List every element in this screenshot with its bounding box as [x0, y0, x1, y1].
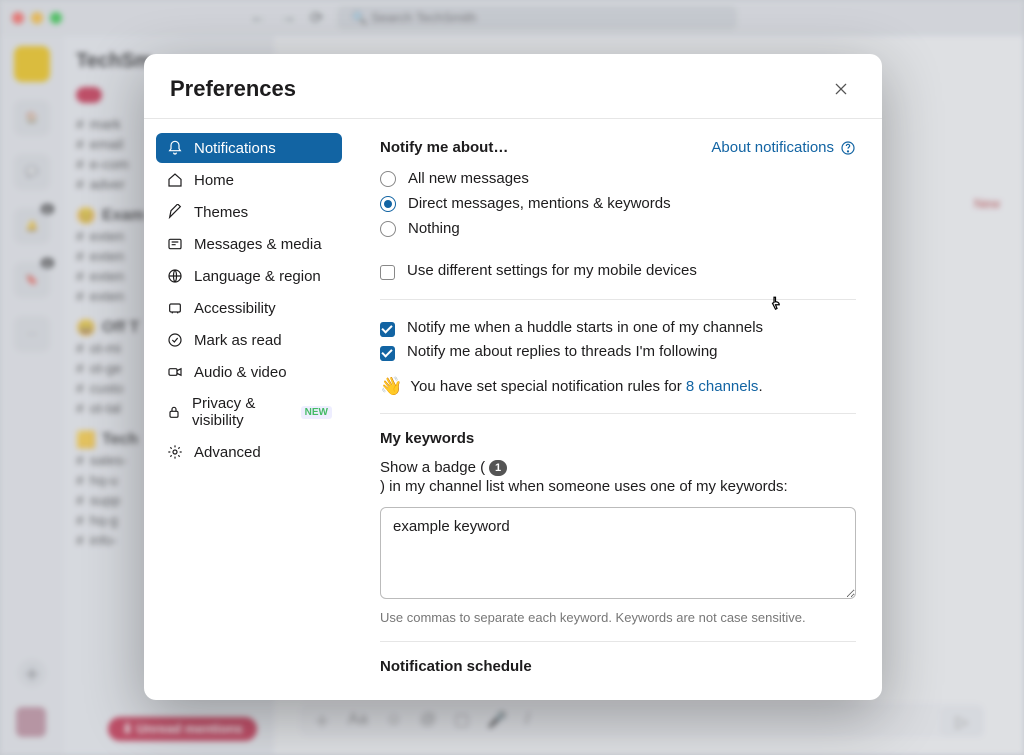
- radio-label: All new messages: [408, 170, 529, 187]
- sidebar-item-label: Home: [194, 172, 234, 189]
- lock-icon: [166, 403, 182, 421]
- radio-icon: [380, 196, 396, 212]
- preferences-sidebar: Notifications Home Themes Messages & med…: [144, 119, 354, 700]
- sidebar-item-label: Privacy & visibility: [192, 395, 289, 429]
- wave-icon: 👋: [380, 376, 402, 397]
- channels-link[interactable]: 8 channels: [686, 378, 759, 395]
- schedule-heading: Notification schedule: [380, 658, 856, 675]
- bell-icon: [166, 139, 184, 157]
- checkbox-label: Notify me when a huddle starts in one of…: [407, 319, 763, 336]
- new-badge: NEW: [301, 406, 332, 419]
- sidebar-item-label: Audio & video: [194, 364, 287, 381]
- globe-icon: [166, 267, 184, 285]
- keywords-hint: Use commas to separate each keyword. Key…: [380, 610, 856, 625]
- checkbox-huddle-notify[interactable]: Notify me when a huddle starts in one of…: [380, 316, 856, 340]
- preferences-content: Notify me about… About notifications All…: [354, 119, 882, 700]
- checkbox-icon: [380, 322, 395, 337]
- radio-label: Nothing: [408, 220, 460, 237]
- checkbox-label: Notify me about replies to threads I'm f…: [407, 343, 718, 360]
- sidebar-item-markread[interactable]: Mark as read: [156, 325, 342, 355]
- checkbox-icon: [380, 346, 395, 361]
- checkbox-mobile-settings[interactable]: Use different settings for my mobile dev…: [380, 259, 856, 283]
- sidebar-item-themes[interactable]: Themes: [156, 197, 342, 227]
- sidebar-item-label: Notifications: [194, 140, 276, 157]
- checkbox-label: Use different settings for my mobile dev…: [407, 262, 697, 279]
- checkbox-icon: [380, 265, 395, 280]
- badge-count-icon: 1: [489, 460, 507, 476]
- radio-label: Direct messages, mentions & keywords: [408, 195, 671, 212]
- radio-icon: [380, 171, 396, 187]
- close-button[interactable]: [826, 74, 856, 104]
- radio-direct-messages[interactable]: Direct messages, mentions & keywords: [380, 191, 856, 216]
- checkbox-thread-notify[interactable]: Notify me about replies to threads I'm f…: [380, 340, 856, 364]
- sidebar-item-language[interactable]: Language & region: [156, 261, 342, 291]
- sidebar-item-notifications[interactable]: Notifications: [156, 133, 342, 163]
- sidebar-item-label: Messages & media: [194, 236, 322, 253]
- sidebar-item-av[interactable]: Audio & video: [156, 357, 342, 387]
- messages-icon: [166, 235, 184, 253]
- sidebar-item-label: Advanced: [194, 444, 261, 461]
- help-circle-icon: [840, 140, 856, 156]
- sidebar-item-home[interactable]: Home: [156, 165, 342, 195]
- video-icon: [166, 363, 184, 381]
- sidebar-item-label: Accessibility: [194, 300, 276, 317]
- sidebar-item-accessibility[interactable]: Accessibility: [156, 293, 342, 323]
- gear-icon: [166, 443, 184, 461]
- themes-icon: [166, 203, 184, 221]
- notify-heading: Notify me about…: [380, 139, 508, 156]
- radio-icon: [380, 221, 396, 237]
- accessibility-icon: [166, 299, 184, 317]
- sidebar-item-label: Themes: [194, 204, 248, 221]
- sidebar-item-privacy[interactable]: Privacy & visibility NEW: [156, 389, 342, 435]
- keywords-heading: My keywords: [380, 430, 856, 447]
- keywords-description: Show a badge (1) in my channel list when…: [380, 459, 856, 495]
- sidebar-item-label: Mark as read: [194, 332, 282, 349]
- radio-nothing[interactable]: Nothing: [380, 216, 856, 241]
- keywords-textarea[interactable]: [380, 507, 856, 599]
- check-circle-icon: [166, 331, 184, 349]
- sidebar-item-messages[interactable]: Messages & media: [156, 229, 342, 259]
- radio-all-messages[interactable]: All new messages: [380, 166, 856, 191]
- home-icon: [166, 171, 184, 189]
- sidebar-item-label: Language & region: [194, 268, 321, 285]
- sidebar-item-advanced[interactable]: Advanced: [156, 437, 342, 467]
- preferences-modal: Preferences Notifications Home Themes Me…: [144, 54, 882, 700]
- special-rules-info: 👋 You have set special notification rule…: [380, 376, 856, 397]
- close-icon: [833, 81, 849, 97]
- modal-title: Preferences: [170, 76, 296, 102]
- about-notifications-link[interactable]: About notifications: [711, 139, 856, 156]
